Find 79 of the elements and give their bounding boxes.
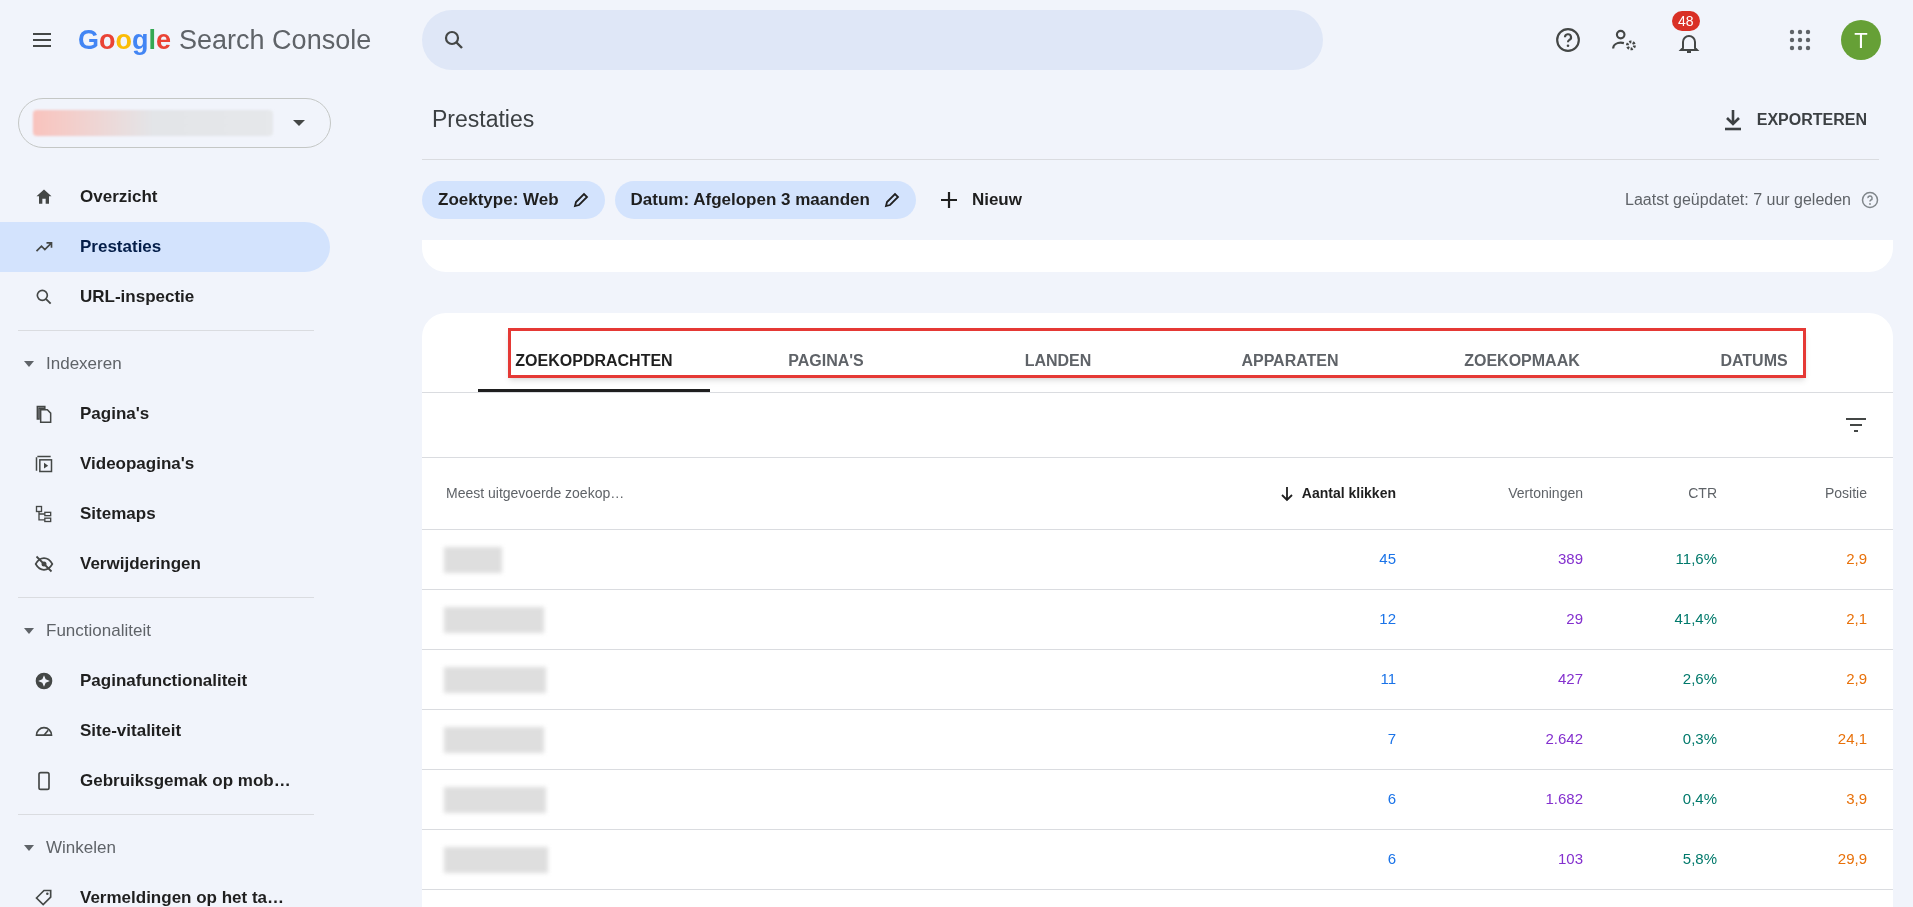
help-icon[interactable] — [1555, 27, 1581, 53]
sidebar-item[interactable]: URL-inspectie — [0, 272, 330, 322]
search-icon — [34, 287, 54, 307]
table-cell: 7 — [1387, 730, 1396, 748]
eye-off-icon — [34, 554, 54, 574]
caret-icon — [24, 628, 34, 634]
sidebar-item[interactable]: Prestaties — [0, 222, 330, 272]
apps-grid-icon[interactable] — [1789, 29, 1811, 51]
sidebar-item[interactable]: Vermeldingen op het ta… — [0, 873, 330, 907]
table-cell: 0,3% — [1682, 730, 1717, 748]
tab[interactable]: ZOEKOPDRACHTEN — [478, 332, 710, 392]
sidebar-item[interactable]: Videopagina's — [0, 439, 330, 489]
sidebar-item[interactable]: Verwijderingen — [0, 539, 330, 589]
tab[interactable]: LANDEN — [942, 332, 1174, 392]
table-cell: 103 — [1557, 850, 1583, 868]
section-header[interactable]: Indexeren — [0, 339, 330, 389]
table-cell: 3,9 — [1846, 790, 1867, 808]
caret-icon — [24, 845, 34, 851]
filter-chip[interactable]: Datum: Afgelopen 3 maanden — [614, 181, 916, 219]
video-page-icon — [34, 454, 54, 474]
sidebar-item[interactable]: Sitemaps — [0, 489, 330, 539]
table-cell: 2,6% — [1682, 670, 1717, 688]
product-name: Search Console — [179, 23, 372, 57]
tab[interactable]: APPARATEN — [1174, 332, 1406, 392]
sidebar-item[interactable]: Gebruiksgemak op mob… — [0, 756, 330, 806]
table-cell: 2,9 — [1846, 670, 1867, 688]
filter-icon[interactable] — [1845, 417, 1867, 433]
section-header[interactable]: Functionaliteit — [0, 606, 330, 656]
new-filter-button[interactable]: Nieuw — [925, 187, 1036, 213]
plus-icon — [939, 191, 958, 209]
table-cell: 29,9 — [1837, 850, 1867, 868]
table-cell: 6 — [1387, 790, 1396, 808]
sidebar-item[interactable]: Overzicht — [0, 172, 330, 222]
home-icon — [34, 187, 54, 207]
pages-icon — [34, 404, 54, 424]
google-logo-text: Google — [78, 23, 172, 57]
table-cell: 24,1 — [1837, 730, 1867, 748]
filter-chip[interactable]: Zoektype: Web — [422, 181, 605, 219]
column-header[interactable]: Vertoningen — [1508, 483, 1583, 504]
column-header[interactable]: Aantal klikken — [1301, 483, 1396, 504]
sidebar-item[interactable]: Site-vitaliteit — [0, 706, 330, 756]
column-header[interactable]: CTR — [1688, 483, 1717, 504]
table-cell: 2,9 — [1846, 550, 1867, 568]
download-icon — [1722, 108, 1743, 131]
sitemap-icon — [34, 504, 54, 524]
table-cell: 41,4% — [1674, 610, 1717, 628]
page-title: Prestaties — [431, 105, 535, 135]
user-settings-icon[interactable] — [1611, 27, 1639, 53]
pencil-icon — [572, 192, 589, 208]
table-cell: 29 — [1566, 610, 1583, 628]
column-header[interactable]: Positie — [1824, 483, 1867, 504]
pencil-icon — [883, 192, 900, 208]
last-updated-text: Laatst geüpdatet: 7 uur geleden — [1625, 190, 1851, 210]
tag-icon — [34, 888, 54, 907]
table-cell: 0,4% — [1682, 790, 1717, 808]
sidebar-item[interactable]: Pagina's — [0, 389, 330, 439]
caret-icon — [24, 361, 34, 367]
section-header[interactable]: Winkelen — [0, 823, 330, 873]
table-cell: 11 — [1380, 670, 1396, 688]
redacted-query — [444, 546, 502, 573]
table-cell: 5,8% — [1682, 850, 1717, 868]
table-cell: 389 — [1557, 550, 1583, 568]
sparkle-icon — [34, 671, 54, 691]
export-button[interactable]: EXPORTEREN — [1722, 107, 1879, 132]
table-cell: 2.642 — [1545, 730, 1583, 748]
dropdown-caret-icon — [292, 119, 306, 127]
table-cell: 6 — [1387, 850, 1396, 868]
tab[interactable]: PAGINA'S — [710, 332, 942, 392]
column-header[interactable]: Meest uitgevoerde zoekop… — [446, 483, 625, 504]
sidebar-item[interactable]: Paginafunctionaliteit — [0, 656, 330, 706]
notification-count: 48 — [1672, 11, 1700, 31]
table-cell: 1.682 — [1545, 790, 1583, 808]
tab[interactable]: ZOEKOPMAAK — [1406, 332, 1638, 392]
tab[interactable]: DATUMS — [1638, 332, 1870, 392]
table-cell: 427 — [1557, 670, 1583, 688]
table-cell: 45 — [1379, 550, 1396, 568]
table-cell: 12 — [1379, 610, 1396, 628]
table-cell: 2,1 — [1846, 610, 1867, 628]
table-cell: 11,6% — [1675, 550, 1717, 568]
